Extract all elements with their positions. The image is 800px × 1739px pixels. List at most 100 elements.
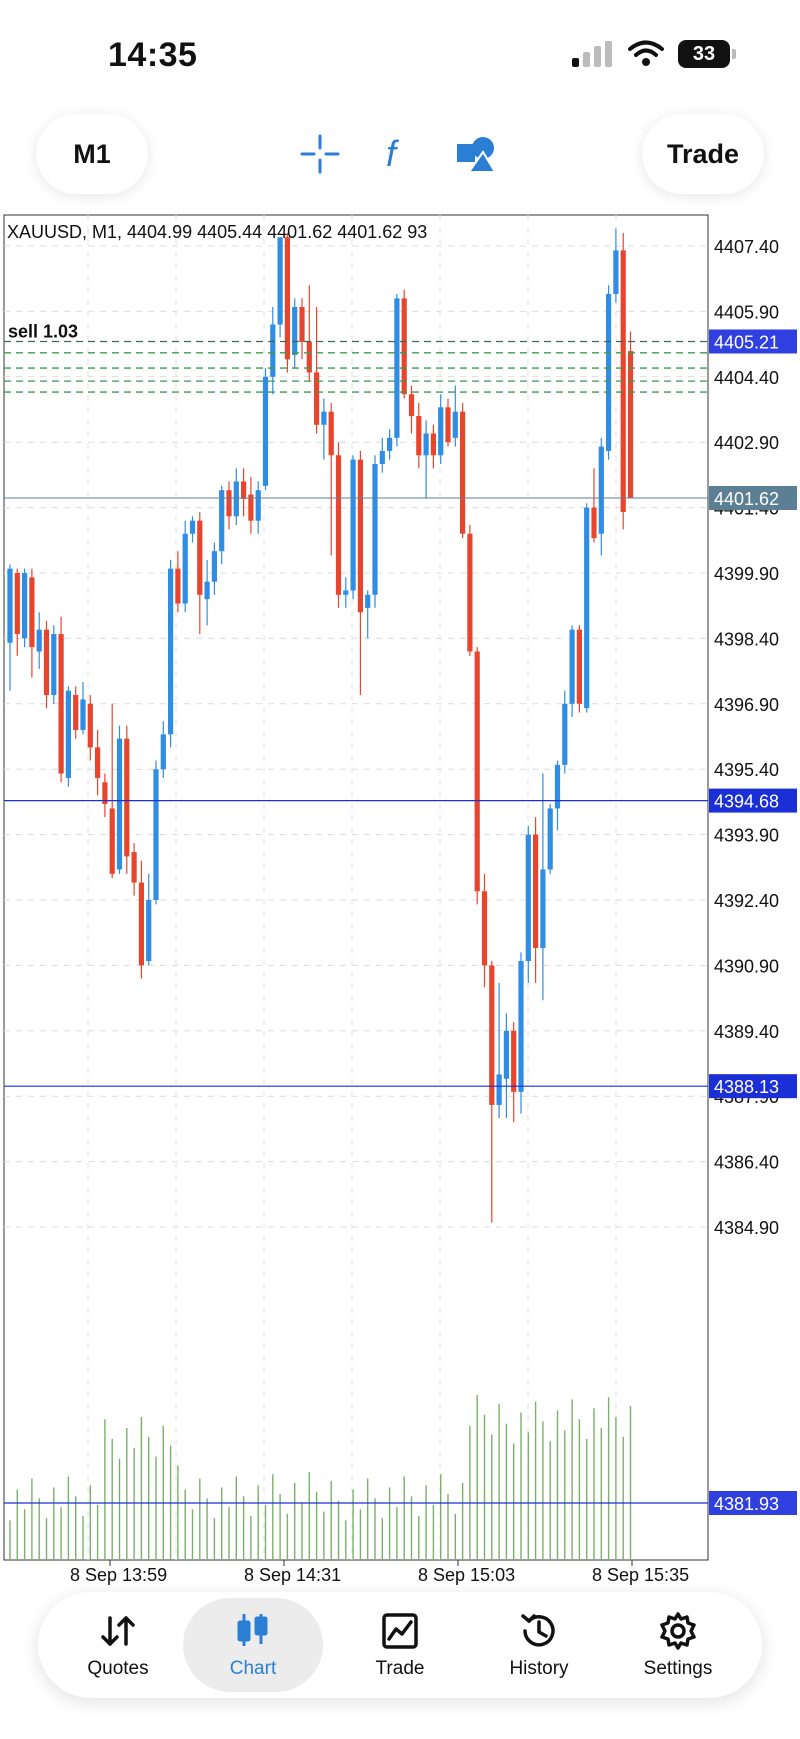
candle-body xyxy=(569,629,575,704)
candle-body xyxy=(591,507,597,539)
candle-body xyxy=(95,747,101,778)
chart-canvas[interactable]: sell 1.03 4407.40 4405.90 4404.40 4402.90 44… xyxy=(0,210,800,1590)
svg-text:f: f xyxy=(386,133,400,174)
quotes-arrows-icon xyxy=(101,1616,135,1646)
candle-body xyxy=(554,764,561,809)
candle-body xyxy=(379,450,385,464)
candle-body xyxy=(518,961,524,1092)
price-line-tag-label: 4394.68 xyxy=(714,792,779,812)
candle-body xyxy=(511,1030,517,1092)
nav-chart-label: Chart xyxy=(229,1658,277,1679)
price-tick-label: 4395.40 xyxy=(714,760,779,780)
wifi-icon xyxy=(628,40,664,66)
candle-body xyxy=(270,324,276,377)
chart-toolbar: M1 f Trade xyxy=(0,110,800,210)
candle-body xyxy=(438,407,444,456)
price-tick-label: 4402.90 xyxy=(714,433,779,453)
candle-body xyxy=(387,437,393,451)
candle-body xyxy=(533,834,539,948)
candle-body xyxy=(292,307,298,355)
candle-body xyxy=(80,699,86,730)
candle-body xyxy=(408,394,415,417)
price-tick-label: 4389.40 xyxy=(714,1022,779,1042)
candle-body xyxy=(372,464,378,595)
nav-quotes-label: Quotes xyxy=(87,1658,149,1679)
candle-body xyxy=(343,590,349,595)
candle-body xyxy=(22,573,28,639)
candle-body xyxy=(467,533,473,652)
candle-body xyxy=(241,481,247,499)
nav-chart[interactable]: Chart xyxy=(183,1598,323,1692)
candle-body xyxy=(233,481,239,517)
price-tick-label: 4384.90 xyxy=(714,1218,779,1238)
candle-body xyxy=(416,416,422,456)
nav-settings[interactable]: Settings xyxy=(608,1598,748,1692)
price-line-tag-label: 4388.13 xyxy=(714,1077,779,1097)
candle-body xyxy=(189,520,196,534)
candle-body xyxy=(7,568,13,643)
candle-body xyxy=(401,298,407,395)
candle-body xyxy=(43,629,50,696)
candle-body xyxy=(197,520,203,595)
price-chart[interactable]: sell 1.03 4407.40 4405.90 4404.40 4402.90 44… xyxy=(0,210,800,1590)
candle-body xyxy=(562,703,568,765)
candle-body xyxy=(204,581,210,600)
candle-body xyxy=(445,407,451,443)
battery-icon: 33 xyxy=(678,40,736,68)
nav-quotes[interactable]: Quotes xyxy=(48,1598,188,1692)
status-bar: 14:35 33 xyxy=(0,0,800,110)
candle-body xyxy=(14,573,20,635)
candle-body xyxy=(65,690,71,778)
nav-history[interactable]: History xyxy=(469,1598,609,1692)
candle-body xyxy=(314,372,320,425)
time-tick-label: 8 Sep 14:31 xyxy=(244,1565,341,1585)
candle-body xyxy=(51,634,57,696)
status-time: 14:35 xyxy=(108,36,198,74)
candle-body xyxy=(460,411,466,534)
price-tick-label: 4386.40 xyxy=(714,1153,779,1173)
candle-body xyxy=(584,507,590,709)
timeframe-button[interactable]: M1 xyxy=(36,114,148,194)
candle-body xyxy=(613,250,619,294)
candle-body xyxy=(481,891,488,966)
price-line-tag-label: 4405.21 xyxy=(714,332,779,352)
objects-shapes-icon[interactable] xyxy=(454,132,498,176)
candle-body xyxy=(489,965,495,1105)
crosshair-icon[interactable] xyxy=(298,132,342,176)
candle-body xyxy=(109,808,115,874)
price-line-tag-label: 4401.62 xyxy=(714,489,779,509)
candle-body xyxy=(430,433,436,456)
candle-body xyxy=(299,307,305,342)
price-tick-label: 4407.40 xyxy=(714,237,779,257)
plot-frame xyxy=(3,214,709,1561)
trade-button[interactable]: Trade xyxy=(642,114,764,194)
candle-body xyxy=(496,1074,502,1105)
candle-body xyxy=(153,769,159,900)
price-tick-label: 4405.90 xyxy=(714,302,779,322)
candle-body xyxy=(335,455,342,595)
candle-body xyxy=(547,808,553,870)
nav-trade[interactable]: Trade xyxy=(330,1598,470,1692)
indicators-f-icon[interactable]: f xyxy=(376,132,420,176)
candle-body xyxy=(36,629,42,652)
price-tick-label: 4396.90 xyxy=(714,695,779,715)
candle-body xyxy=(73,695,79,730)
candle-body xyxy=(576,629,582,704)
candle-body xyxy=(328,411,334,456)
candle-body xyxy=(321,411,327,425)
candle-body xyxy=(627,351,634,499)
candle-body xyxy=(357,459,363,613)
candle-body xyxy=(87,703,93,748)
candle-body xyxy=(219,490,225,552)
candle-body xyxy=(138,882,144,966)
trade-line-chart-icon xyxy=(382,1613,418,1649)
candle-body xyxy=(226,490,232,517)
candle-body xyxy=(29,577,35,648)
price-tick-label: 4392.40 xyxy=(714,891,779,911)
candle-body xyxy=(503,1030,509,1079)
candle-body xyxy=(262,376,269,486)
price-tick-label: 4390.90 xyxy=(714,956,779,976)
candle-body xyxy=(452,411,458,438)
time-tick-label: 8 Sep 15:03 xyxy=(418,1565,515,1585)
chart-candles-icon xyxy=(237,1614,268,1646)
